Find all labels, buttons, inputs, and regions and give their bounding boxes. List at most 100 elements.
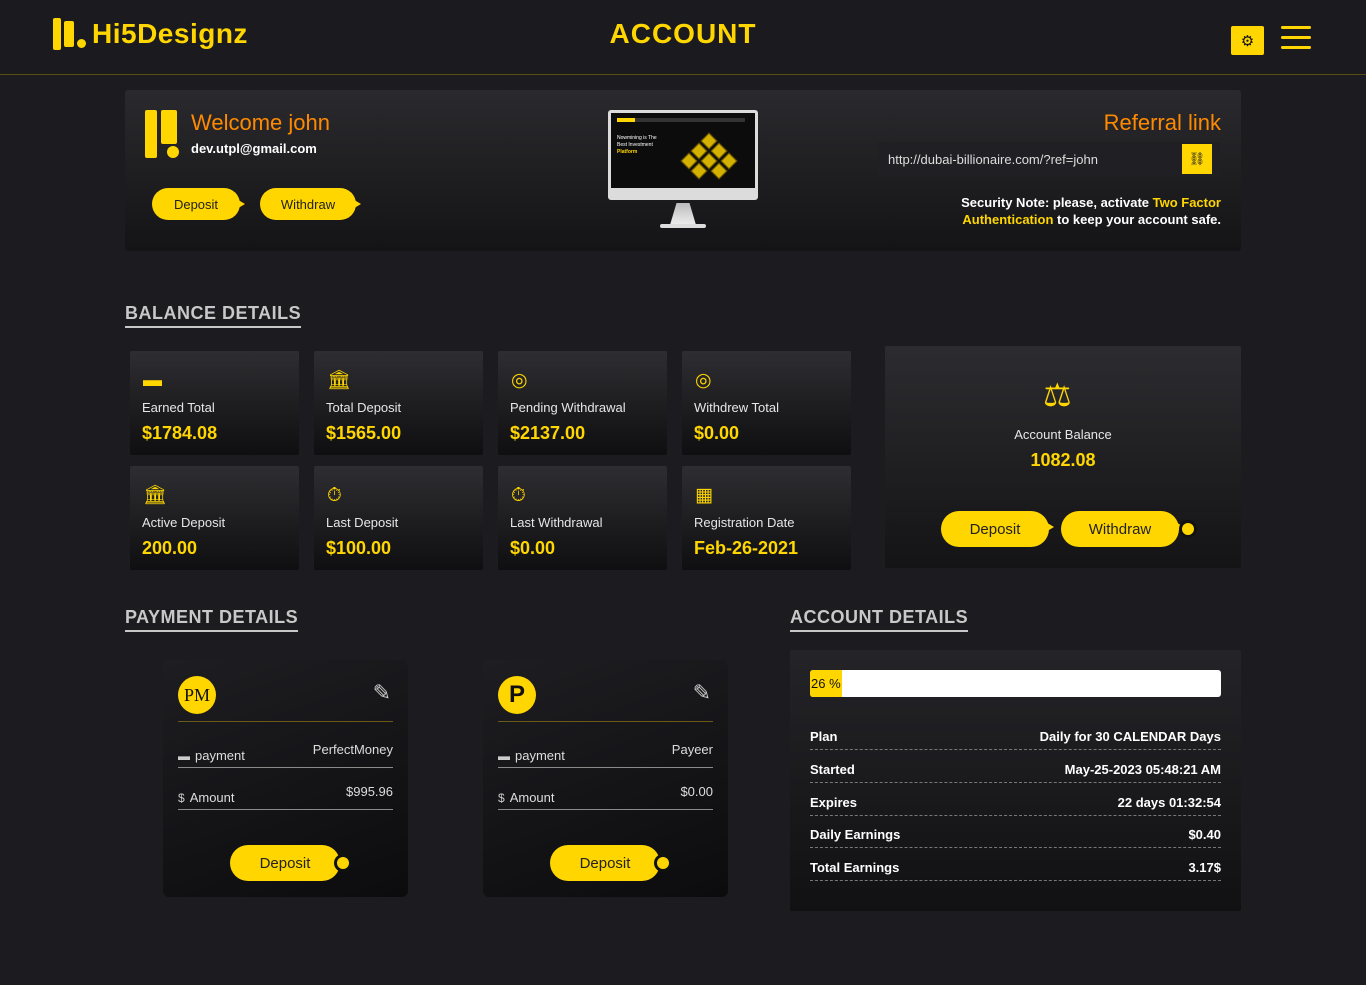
stat-card-total-deposit: 🏛 Total Deposit $1565.00 [314,351,483,455]
stopwatch-icon: ⏱ [511,485,526,506]
deposit-dot-icon [654,854,672,872]
edit-icon[interactable]: ✎ [373,680,391,706]
detail-value: $0.40 [1188,827,1221,842]
stat-card-withdrew-total: ◎ Withdrew Total $0.00 [682,351,851,455]
progress-fill: 26 % [810,670,843,697]
link-icon[interactable]: ⛓ [1182,144,1212,174]
user-email: dev.utpl@gmail.com [191,141,317,156]
withdraw-button[interactable]: Withdraw [260,188,356,220]
balance-withdraw-button[interactable]: Withdraw [1061,511,1179,547]
detail-key: Started [810,762,855,777]
referral-title: Referral link [1103,110,1221,135]
stat-value: $2137.00 [510,423,586,443]
detail-row-total-earnings: Total Earnings 3.17$ [810,857,1221,881]
edit-icon[interactable]: ✎ [693,680,711,706]
deposit-button[interactable]: Deposit [152,188,240,220]
stat-label: Pending Withdrawal [510,400,626,415]
bank-icon: 🏛 [143,485,168,506]
account-balance-label: Account Balance [1014,427,1112,442]
security-note-prefix: Security Note: please, activate [961,195,1153,210]
page-title: ACCOUNT [609,18,757,49]
welcome-banner: Welcome john dev.utpl@gmail.com Deposit … [125,90,1241,251]
detail-value: Daily for 30 CALENDAR Days [1039,729,1221,744]
hamburger-icon[interactable] [1281,26,1311,50]
stat-label: Earned Total [142,400,215,415]
stat-value: $0.00 [694,423,740,443]
stat-label: Last Withdrawal [510,515,603,530]
payment-method-row: ▬ payment PerfectMoney [178,740,393,768]
settings-button[interactable]: ⚙ [1231,26,1264,55]
amount-value: $0.00 [680,784,713,799]
coins-icon: ◎ [695,370,712,391]
account-details-panel: 26 % Plan Daily for 30 CALENDAR Days Sta… [790,650,1241,911]
referral-link-box[interactable]: http://dubai-billionaire.com/?ref=john ⛓ [878,142,1220,176]
security-note-suffix: to keep your account safe. [1053,212,1221,227]
account-balance-value: 1082.08 [1030,450,1096,470]
payment-card-perfectmoney: PM ✎ ▬ payment PerfectMoney $ Amount $995.… [163,660,408,897]
plan-progress-bar: 26 % [810,670,1221,697]
payment-label: payment [195,748,245,763]
deposit-dot-icon [334,854,352,872]
payment-amount-row: $ Amount $0.00 [498,782,713,810]
referral-link-text[interactable]: http://dubai-billionaire.com/?ref=john [878,152,1182,167]
detail-row-expires: Expires 22 days 01:32:54 [810,792,1221,816]
detail-key: Total Earnings [810,860,900,875]
detail-key: Daily Earnings [810,827,901,842]
preview-line-2: Best Investment [617,142,653,148]
stat-label: Withdrew Total [694,400,780,415]
withdraw-dot-icon [1179,520,1197,538]
stat-card-last-withdrawal: ⏱ Last Withdrawal $0.00 [498,466,667,570]
stat-card-registration-date: ▦ Registration Date Feb-26-2021 [682,466,851,570]
stat-value: 200.00 [142,538,198,558]
balance-deposit-button[interactable]: Deposit [941,511,1049,547]
perfectmoney-logo-icon: PM [178,676,216,714]
payment-card-payeer: P ✎ ▬ payment Payeer $ Amount $0.00 Deposi… [483,660,728,897]
balance-details-heading: BALANCE DETAILS [125,303,302,328]
stat-value: Feb-26-2021 [694,538,799,558]
card-deposit-button[interactable]: Deposit [230,845,340,881]
wallet-icon: ▬ [143,370,162,391]
stat-label: Registration Date [694,515,795,530]
payment-method-value: Payeer [671,742,713,757]
detail-value: May-25-2023 05:48:21 AM [1064,762,1221,777]
detail-value: 22 days 01:32:54 [1117,795,1221,810]
payment-amount-row: $ Amount $995.96 [178,782,393,810]
welcome-text: Welcome john [191,110,330,135]
monitor-preview: Nowmining is The Best Investment Platfor… [608,110,758,234]
brand-mark-icon [145,110,179,158]
stat-card-active-deposit: 🏛 Active Deposit 200.00 [130,466,299,570]
detail-key: Expires [810,795,857,810]
detail-row-started: Started May-25-2023 05:48:21 AM [810,759,1221,783]
stat-label: Total Deposit [326,400,402,415]
payment-method-row: ▬ payment Payeer [498,740,713,768]
card-deposit-button[interactable]: Deposit [550,845,660,881]
account-balance-card: ⚖ Account Balance 1082.08 Deposit Withdr… [885,346,1241,568]
top-bar: Hi5Designz ACCOUNT ⚙ [0,0,1366,75]
card-icon: ▬ [178,749,190,763]
stat-card-last-deposit: ⏱ Last Deposit $100.00 [314,466,483,570]
stat-value: $100.00 [326,538,392,558]
detail-key: Plan [810,729,838,744]
stat-card-earned-total: ▬ Earned Total $1784.08 [130,351,299,455]
dollar-icon: $ [178,791,185,805]
stat-label: Last Deposit [326,515,399,530]
payeer-logo-icon: P [498,676,536,714]
bank-icon: 🏛 [327,370,352,391]
detail-value: 3.17$ [1188,860,1221,875]
dollar-icon: $ [498,791,505,805]
amount-value: $995.96 [346,784,393,799]
preview-line-1: Nowmining is The [617,135,657,141]
detail-row-plan: Plan Daily for 30 CALENDAR Days [810,726,1221,750]
stat-value: $0.00 [510,538,556,558]
stat-card-pending-withdrawal: ◎ Pending Withdrawal $2137.00 [498,351,667,455]
gear-icon: ⚙ [1240,32,1255,50]
stat-value: $1565.00 [326,423,402,443]
payment-details-heading: PAYMENT DETAILS [125,607,299,632]
progress-label: 26 % [811,676,841,691]
security-note: Security Note: please, activate Two Fact… [921,194,1221,228]
stopwatch-icon: ⏱ [327,485,342,506]
amount-label: Amount [189,790,235,805]
stat-value: $1784.08 [142,423,218,443]
stat-label: Active Deposit [142,515,226,530]
payment-label: payment [515,748,565,763]
